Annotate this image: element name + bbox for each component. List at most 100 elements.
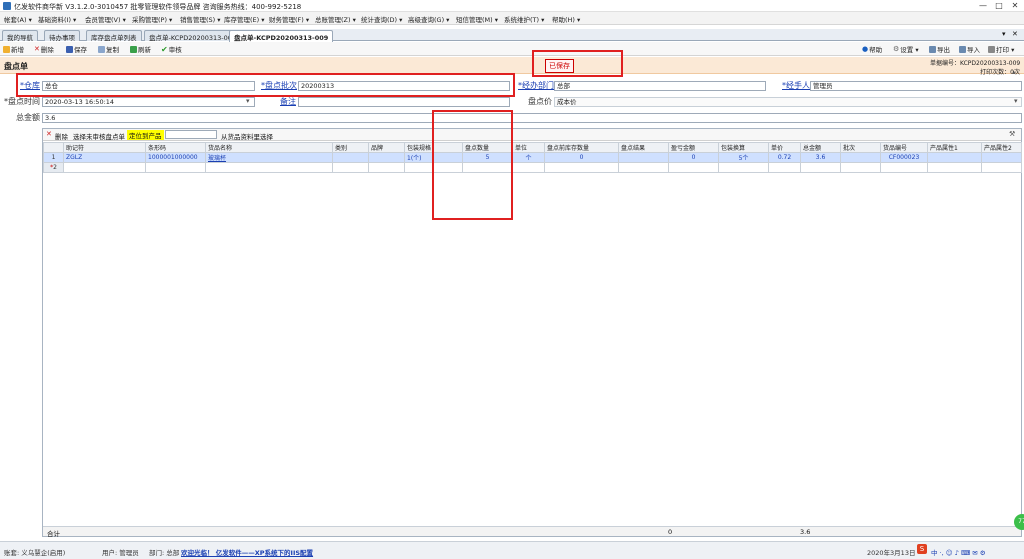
import-button[interactable]: 导入 <box>959 44 980 54</box>
table-cell[interactable] <box>332 162 369 173</box>
tab-navigation[interactable]: 我的导航 <box>2 30 38 42</box>
table-cell[interactable]: 0 <box>544 152 619 163</box>
table-cell[interactable]: 个 <box>512 152 545 163</box>
table-cell[interactable] <box>800 162 841 173</box>
menu-member[interactable]: 会员管理(V) ▾ <box>85 14 126 24</box>
table-cell[interactable] <box>404 162 463 173</box>
table-cell[interactable]: ZGLZ <box>63 152 146 163</box>
select-from-archive-button[interactable]: 从货品资料里选择 <box>221 131 273 141</box>
table-cell[interactable]: 1000001000000 <box>145 152 206 163</box>
tab-stocktake-008[interactable]: 盘点单-KCPD20200313-008 <box>144 30 242 42</box>
table-cell[interactable]: 0 <box>668 152 719 163</box>
table-cell[interactable]: 玻璃杯 <box>205 152 333 163</box>
delete-button[interactable]: ✕ 删除 <box>34 44 54 54</box>
table-cell[interactable] <box>618 152 669 163</box>
time-field[interactable]: 2020-03-13 16:50:14 <box>42 97 255 107</box>
price-dropdown-icon[interactable]: ▾ <box>1014 97 1018 105</box>
column-header[interactable]: 包装换算 <box>718 142 769 153</box>
table-row[interactable]: *2 <box>43 162 1022 173</box>
close-button[interactable]: ✕ <box>1008 1 1022 10</box>
export-button[interactable]: 导出 <box>929 44 950 54</box>
table-cell[interactable]: 5 <box>462 152 513 163</box>
column-header[interactable]: 盘点结果 <box>618 142 669 153</box>
column-header[interactable]: 单位 <box>512 142 545 153</box>
copy-button[interactable]: 复制 <box>98 44 119 54</box>
table-cell[interactable]: 3.6 <box>800 152 841 163</box>
table-cell[interactable] <box>618 162 669 173</box>
table-cell[interactable] <box>668 162 719 173</box>
menu-finance[interactable]: 财务管理(F) ▾ <box>269 14 309 24</box>
floating-assistant-icon[interactable]: 77 <box>1014 514 1024 530</box>
menu-sales[interactable]: 销售管理(S) ▾ <box>180 14 221 24</box>
column-header[interactable]: 盘点前库存数量 <box>544 142 619 153</box>
table-cell[interactable] <box>768 162 801 173</box>
tab-stocktake-009[interactable]: 盘点单-KCPD20200313-009 <box>229 30 334 42</box>
column-header[interactable]: 产品属性2 <box>981 142 1022 153</box>
menu-inventory[interactable]: 库存管理(E) ▾ <box>224 14 265 24</box>
table-cell[interactable] <box>981 162 1022 173</box>
print-button[interactable]: 打印 ▾ <box>988 44 1014 54</box>
table-cell[interactable] <box>63 162 146 173</box>
table-cell[interactable] <box>718 162 769 173</box>
collapse-icon[interactable]: ▴ <box>1012 68 1016 76</box>
select-unaudited-button[interactable]: 选择未审核盘点单 <box>73 131 125 141</box>
handler-field[interactable]: 管理员 <box>810 81 1022 91</box>
status-promo-link[interactable]: 欢迎光临！ 亿发软件——XP系统下的IIS配置 <box>181 547 313 557</box>
table-cell[interactable] <box>880 162 928 173</box>
menu-purchase[interactable]: 采购管理(P) ▾ <box>132 14 172 24</box>
column-header[interactable]: 批次 <box>840 142 881 153</box>
system-tray[interactable]: 中 ·, ☺ ♪ ⌨ ✉ ⚙ <box>931 547 986 557</box>
table-cell[interactable] <box>368 152 405 163</box>
refresh-button[interactable]: 刷新 <box>130 44 151 54</box>
menu-system[interactable]: 系统维护(T) ▾ <box>504 14 544 24</box>
menu-sms[interactable]: 短信管理(M) ▾ <box>456 14 498 24</box>
table-cell[interactable] <box>368 162 405 173</box>
menu-help[interactable]: 帮助(H) ▾ <box>552 14 580 24</box>
table-cell[interactable] <box>145 162 206 173</box>
table-cell[interactable] <box>462 162 513 173</box>
menu-advanced-query[interactable]: 高级查询(G) ▾ <box>408 14 449 24</box>
table-cell[interactable] <box>927 162 982 173</box>
table-cell[interactable] <box>840 152 881 163</box>
menu-statistics[interactable]: 统计查询(D) ▾ <box>361 14 402 24</box>
table-cell[interactable]: 5个 <box>718 152 769 163</box>
column-header[interactable]: 助记符 <box>63 142 146 153</box>
column-header[interactable]: 包装规格 <box>404 142 463 153</box>
table-cell[interactable] <box>927 152 982 163</box>
table-cell[interactable] <box>205 162 333 173</box>
table-cell[interactable] <box>544 162 619 173</box>
table-cell[interactable] <box>512 162 545 173</box>
column-header[interactable]: 盈亏金额 <box>668 142 719 153</box>
handler-label[interactable]: *经手人 <box>778 80 810 91</box>
column-settings-icon[interactable]: ⚒ <box>1009 130 1015 138</box>
menu-ledger[interactable]: 总账管理(Z) ▾ <box>315 14 356 24</box>
batch-field[interactable]: 20200313 <box>298 81 510 91</box>
column-header[interactable]: 盘点数量 <box>462 142 513 153</box>
column-header[interactable]: 总金额 <box>800 142 841 153</box>
table-cell[interactable]: CF000023 <box>880 152 928 163</box>
input-method-icon[interactable]: S <box>917 544 927 554</box>
menu-account[interactable]: 帐套(A) ▾ <box>4 14 32 24</box>
column-header[interactable]: 品牌 <box>368 142 405 153</box>
maximize-button[interactable]: □ <box>992 1 1006 10</box>
close-tab-icon[interactable]: ✕ <box>1012 30 1018 38</box>
column-header[interactable]: 单价 <box>768 142 801 153</box>
dept-label[interactable]: *经办部门 <box>514 80 554 91</box>
warehouse-label[interactable]: *仓库 <box>18 80 40 91</box>
column-header[interactable]: 货品编号 <box>880 142 928 153</box>
remark-field[interactable] <box>298 97 510 107</box>
help-button[interactable]: ● 帮助 <box>862 44 882 54</box>
save-button[interactable]: 保存 <box>66 44 87 54</box>
warehouse-field[interactable]: 总仓 <box>42 81 255 91</box>
column-header[interactable]: 产品属性1 <box>927 142 982 153</box>
column-header[interactable]: 条形码 <box>145 142 206 153</box>
table-cell[interactable] <box>332 152 369 163</box>
locate-product-input[interactable] <box>165 130 217 139</box>
tab-stocktake-list[interactable]: 库存盘点单列表 <box>86 30 142 42</box>
table-cell[interactable]: 1(个) <box>404 152 463 163</box>
batch-label[interactable]: *盘点批次 <box>257 80 297 91</box>
tab-list-dropdown-icon[interactable]: ▾ <box>1002 30 1006 38</box>
dept-field[interactable]: 总部 <box>554 81 766 91</box>
table-cell[interactable]: 0.72 <box>768 152 801 163</box>
column-header[interactable]: 货品名称 <box>205 142 333 153</box>
